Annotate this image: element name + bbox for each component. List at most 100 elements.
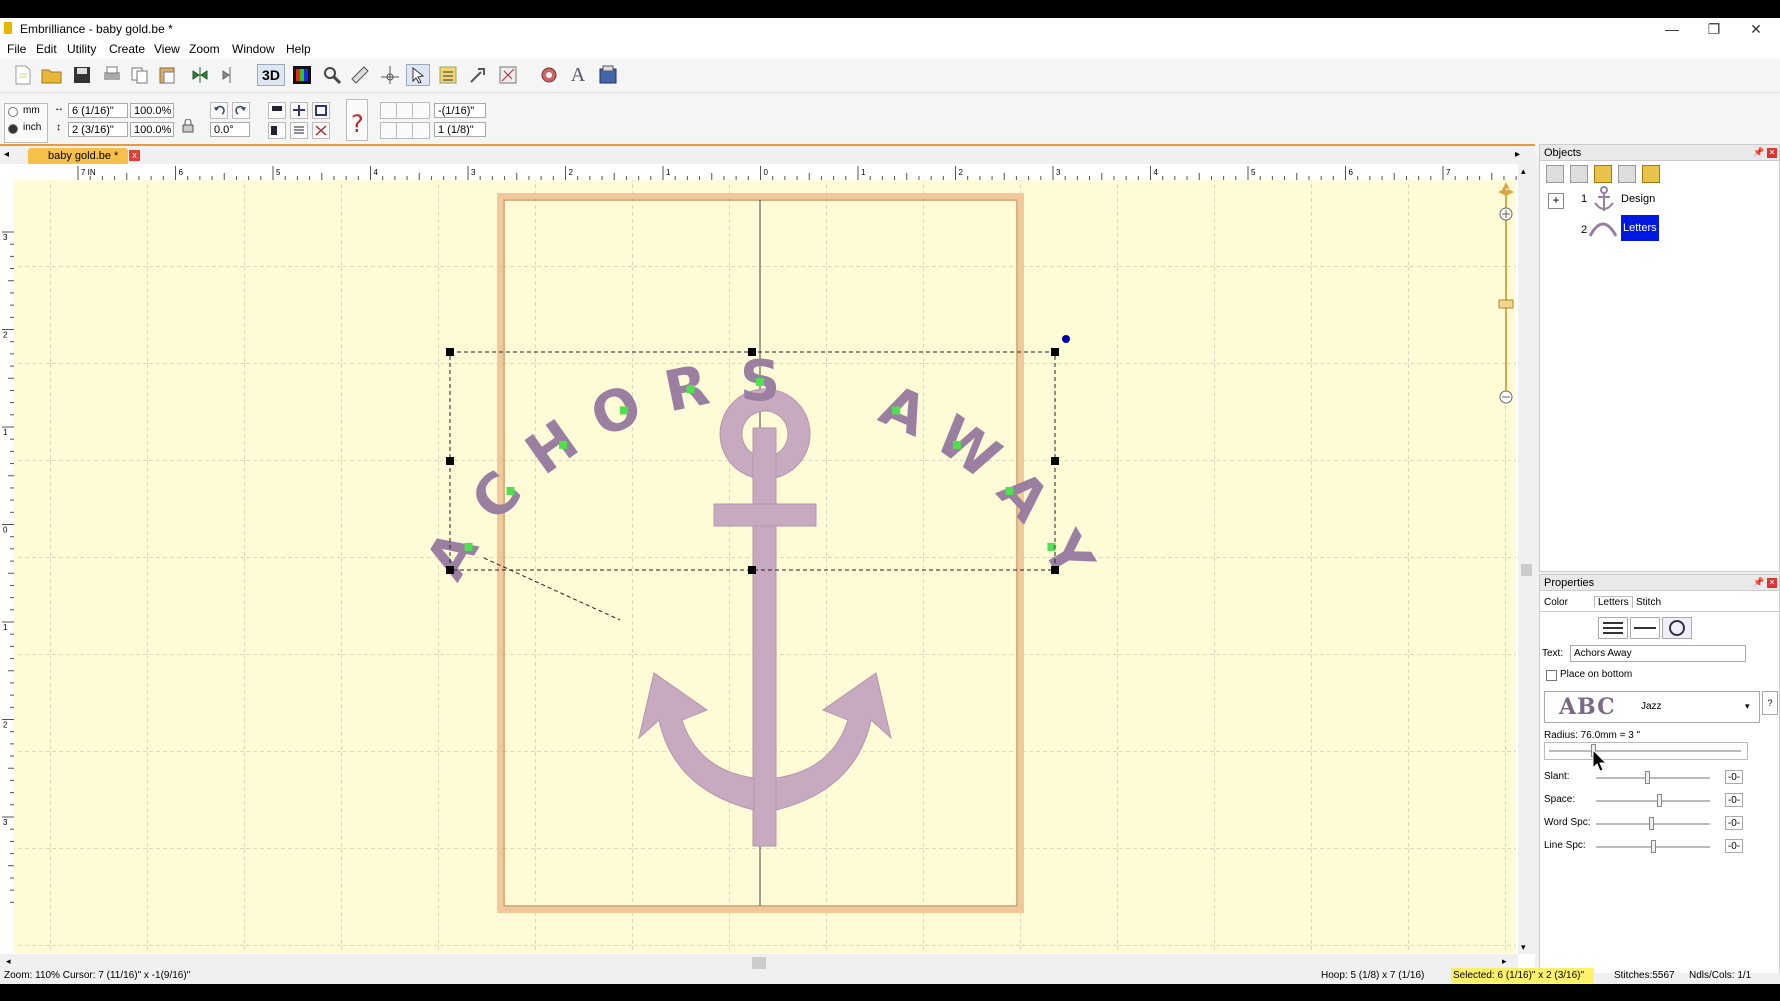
tab-color[interactable]: Color	[1544, 597, 1568, 608]
height-field[interactable]: 2 (3/16)"	[68, 122, 128, 137]
unlock-icon[interactable]	[1642, 165, 1660, 183]
slider-thumb[interactable]	[1648, 817, 1654, 830]
menu-create[interactable]: Create	[109, 42, 145, 56]
scroll-left-icon[interactable]: ◂	[6, 956, 11, 967]
vertical-scroll-thumb[interactable]	[1521, 564, 1532, 576]
object-label-letters[interactable]: Letters	[1621, 215, 1659, 241]
help-question-icon[interactable]: ?	[346, 99, 368, 141]
magnifier-icon[interactable]	[320, 64, 344, 86]
scale-y-field[interactable]: 100.0%	[130, 122, 174, 137]
gear-icon[interactable]	[537, 64, 561, 86]
properties-icon[interactable]	[436, 64, 460, 86]
layout-circle-icon[interactable]	[1662, 617, 1692, 639]
lock-aspect-icon[interactable]	[182, 118, 194, 133]
scroll-up-icon[interactable]: ▴	[1521, 166, 1526, 177]
menu-help[interactable]: Help	[286, 42, 311, 56]
horizontal-scrollbar[interactable]: ◂ ▸	[0, 954, 1518, 973]
letter-node-handle[interactable]	[506, 486, 515, 495]
slider-value[interactable]: -0-	[1725, 816, 1743, 830]
rotation-field[interactable]: 0.0°	[210, 122, 250, 137]
font-dropdown-chevron-icon[interactable]: ▾	[1745, 701, 1750, 712]
letter-node-handle[interactable]	[1005, 486, 1014, 495]
menu-zoom[interactable]: Zoom	[189, 42, 220, 56]
3d-view-button[interactable]: 3D	[257, 64, 285, 86]
horizontal-scroll-thumb[interactable]	[752, 957, 766, 969]
align-left-icon[interactable]	[268, 122, 286, 139]
list-icon[interactable]	[290, 122, 308, 139]
units-mm-radio[interactable]	[8, 107, 18, 117]
menu-file[interactable]: File	[7, 42, 26, 56]
menu-window[interactable]: Window	[232, 42, 275, 56]
slider-thumb[interactable]	[1656, 794, 1662, 807]
text-tool-icon[interactable]: A	[566, 64, 590, 86]
layout-straight-icon[interactable]	[1630, 617, 1660, 639]
objects-close-icon[interactable]: ✕	[1767, 148, 1777, 158]
place-on-bottom-checkbox[interactable]	[1546, 670, 1557, 681]
flourish-icon[interactable]	[496, 64, 520, 86]
letter-node-handle[interactable]	[559, 440, 568, 449]
ungroup-objects-icon[interactable]	[1570, 165, 1588, 183]
letter-node-handle[interactable]	[756, 378, 764, 386]
delete-object-icon[interactable]	[1618, 165, 1636, 183]
restore-button[interactable]: ❐	[1694, 18, 1734, 40]
select-pointer-icon[interactable]	[406, 64, 430, 86]
font-help-button[interactable]: ?	[1762, 691, 1778, 715]
width-field[interactable]: 6 (1/16)"	[68, 103, 128, 118]
menu-edit[interactable]: Edit	[36, 42, 57, 56]
center-icon[interactable]	[290, 102, 308, 119]
properties-pin-icon[interactable]: 📌	[1753, 577, 1764, 588]
slider-value[interactable]: -0-	[1725, 793, 1743, 807]
menu-utility[interactable]: Utility	[67, 42, 96, 56]
hoop-icon[interactable]	[596, 64, 620, 86]
save-icon[interactable]	[70, 64, 94, 86]
lock-icon[interactable]	[1594, 165, 1612, 183]
letter-node-handle[interactable]	[464, 542, 473, 551]
scale-x-field[interactable]: 100.0%	[130, 103, 174, 118]
ruler-icon[interactable]	[348, 64, 372, 86]
design-canvas[interactable]: ACHO R S AWAY	[14, 180, 1516, 953]
scroll-down-icon[interactable]: ▾	[1521, 942, 1526, 953]
print-icon[interactable]	[100, 64, 124, 86]
vertical-scrollbar[interactable]: ▴ ▾	[1518, 164, 1535, 954]
letter-node-handle[interactable]	[892, 406, 901, 415]
letter-node-handle[interactable]	[952, 440, 961, 449]
units-inch-radio[interactable]	[8, 124, 18, 134]
text-input[interactable]: Achors Away	[1570, 645, 1746, 662]
paste-icon[interactable]	[156, 64, 180, 86]
tree-expand-icon[interactable]: +	[1548, 193, 1564, 209]
tab-stitch[interactable]: Stitch	[1636, 597, 1661, 608]
rotate-right-icon[interactable]	[232, 102, 250, 119]
properties-close-icon[interactable]: ✕	[1767, 578, 1777, 588]
letter-node-handle[interactable]	[619, 406, 628, 415]
copy-icon[interactable]	[128, 64, 152, 86]
nudge-down-icon[interactable]	[412, 122, 430, 139]
slider-track[interactable]	[1596, 777, 1710, 779]
nudge-right-icon[interactable]	[412, 102, 430, 119]
layout-multiline-icon[interactable]	[1598, 617, 1628, 639]
color-palette-icon[interactable]	[290, 64, 314, 86]
rotate-left-icon[interactable]	[210, 102, 228, 119]
tab-document[interactable]: baby gold.be *	[28, 148, 128, 164]
open-folder-icon[interactable]	[40, 64, 64, 86]
close-button[interactable]: ✕	[1736, 18, 1776, 40]
slider-value[interactable]: -0-	[1725, 770, 1743, 784]
tab-close-icon[interactable]: x	[129, 150, 140, 161]
zoom-slider[interactable]	[1494, 180, 1518, 410]
scroll-right-icon[interactable]: ▸	[1502, 956, 1507, 967]
tab-letters[interactable]: Letters	[1594, 596, 1633, 608]
slider-value[interactable]: -0-	[1725, 839, 1743, 853]
group-objects-icon[interactable]	[1546, 165, 1564, 183]
nudge-y-field[interactable]: 1 (1/8)"	[434, 122, 486, 137]
mirror-vertical-icon[interactable]	[218, 64, 242, 86]
radius-slider[interactable]	[1544, 742, 1748, 760]
align-top-icon[interactable]	[268, 102, 286, 119]
rotate-handle[interactable]	[1062, 335, 1070, 343]
minimize-button[interactable]: —	[1652, 18, 1692, 40]
group-icon[interactable]	[312, 102, 330, 119]
tab-scroll-right-icon[interactable]: ▸	[1515, 149, 1520, 160]
letter-node-handle[interactable]	[686, 385, 695, 394]
letter-node-handle[interactable]	[1047, 542, 1056, 551]
new-icon[interactable]	[11, 64, 35, 86]
mirror-horizontal-icon[interactable]	[188, 64, 212, 86]
scissors-icon[interactable]	[312, 122, 330, 139]
